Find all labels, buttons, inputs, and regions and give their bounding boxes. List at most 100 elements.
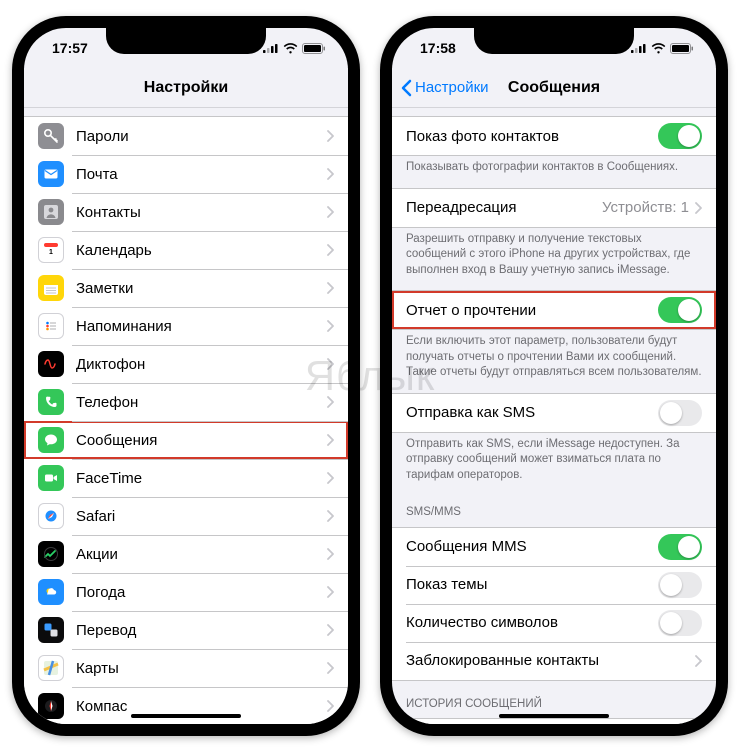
settings-row-label: Акции [76,546,327,563]
compass-icon [38,693,64,719]
navbar: Настройки Сообщения [392,68,716,108]
row-send-as-sms[interactable]: Отправка как SMS [392,394,716,432]
settings-row-label: Календарь [76,242,327,259]
settings-row-mail[interactable]: Почта [24,155,348,193]
row-label: Отчет о прочтении [406,302,658,319]
settings-row-notes[interactable]: Заметки [24,269,348,307]
messages-icon [38,427,64,453]
phone-right: 17:58 Настройки Сообщения Показ фото кон… [380,16,728,736]
settings-list[interactable]: Пароли Почта Контакты 1 Календарь Заметки Напо… [24,108,348,724]
page-title: Настройки [144,79,228,97]
chevron-right-icon [695,202,702,214]
chevron-right-icon [327,434,334,446]
toggle-show-subject[interactable] [658,572,702,598]
chevron-right-icon [695,655,702,667]
toggle-char-count[interactable] [658,610,702,636]
signal-icon [631,43,647,53]
settings-row-label: Карты [76,660,327,677]
settings-row-compass[interactable]: Компас [24,687,348,724]
phone-left: 17:57 Настройки ПаролиПочтаКонтакты1Кале… [12,16,360,736]
row-char-count[interactable]: Количество символов [392,604,716,642]
group-header: SMS/MMS [392,495,716,527]
voice-memos-icon [38,351,64,377]
settings-row-label: Контакты [76,204,327,221]
settings-row-label: Диктофон [76,356,327,373]
chevron-right-icon [327,586,334,598]
row-mms-messaging[interactable]: Сообщения MMS [392,528,716,566]
toggle-read-receipts[interactable] [658,297,702,323]
settings-row-weather[interactable]: Погода [24,573,348,611]
chevron-right-icon [327,320,334,332]
settings-row-messages[interactable]: Сообщения [24,421,348,459]
home-indicator[interactable] [131,714,241,718]
settings-row-passwords[interactable]: Пароли [24,117,348,155]
settings-row-voice-memos[interactable]: Диктофон [24,345,348,383]
translate-icon [38,617,64,643]
page-title: Сообщения [508,79,600,97]
settings-row-label: Заметки [76,280,327,297]
wifi-icon [651,43,666,54]
chevron-right-icon [327,358,334,370]
battery-icon [302,43,326,54]
navbar: Настройки [24,68,348,108]
row-label: Переадресация [406,199,602,216]
row-text-forwarding[interactable]: ПереадресацияУстройств: 1 [392,189,716,227]
row-label: Отправка как SMS [406,404,658,421]
stocks-icon [38,541,64,567]
mail-icon [38,161,64,187]
settings-row-translate[interactable]: Перевод [24,611,348,649]
reminders-icon [38,313,64,339]
settings-row-label: Перевод [76,622,327,639]
settings-row-label: Почта [76,166,327,183]
status-right-icons [631,43,694,54]
row-label: Сообщения MMS [406,538,658,555]
home-indicator[interactable] [499,714,609,718]
settings-row-reminders[interactable]: Напоминания [24,307,348,345]
settings-row-maps[interactable]: Карты [24,649,348,687]
row-label: Количество символов [406,614,658,631]
row-show-contact-photos[interactable]: Показ фото контактов [392,117,716,155]
settings-row-label: Напоминания [76,318,327,335]
row-read-receipts[interactable]: Отчет о прочтении [392,291,716,329]
messages-settings[interactable]: Показ фото контактовПоказывать фотографи… [392,108,716,724]
facetime-icon [38,465,64,491]
settings-row-calendar[interactable]: 1 Календарь [24,231,348,269]
toggle-send-as-sms[interactable] [658,400,702,426]
group-footer: Разрешить отправку и получение текстовых… [392,228,716,285]
settings-row-label: FaceTime [76,470,327,487]
notch [474,28,634,54]
row-show-subject[interactable]: Показ темы [392,566,716,604]
chevron-right-icon [327,662,334,674]
group-footer: Если включить этот параметр, пользовател… [392,330,716,387]
battery-icon [670,43,694,54]
status-right-icons [263,43,326,54]
maps-icon [38,655,64,681]
chevron-right-icon [327,244,334,256]
settings-row-phone[interactable]: Телефон [24,383,348,421]
settings-row-label: Погода [76,584,327,601]
notes-icon [38,275,64,301]
settings-row-facetime[interactable]: FaceTime [24,459,348,497]
settings-row-label: Сообщения [76,432,327,449]
settings-row-contacts[interactable]: Контакты [24,193,348,231]
weather-icon [38,579,64,605]
toggle-mms-messaging[interactable] [658,534,702,560]
back-button[interactable]: Настройки [400,68,489,107]
toggle-show-contact-photos[interactable] [658,123,702,149]
row-keep-messages[interactable]: Оставлять сообщенияБессрочно [392,719,716,724]
chevron-right-icon [327,396,334,408]
row-blocked[interactable]: Заблокированные контакты [392,642,716,680]
passwords-icon [38,123,64,149]
status-time: 17:58 [420,40,456,56]
chevron-right-icon [327,700,334,712]
safari-icon [38,503,64,529]
back-label: Настройки [415,79,489,96]
chevron-right-icon [327,130,334,142]
settings-row-safari[interactable]: Safari [24,497,348,535]
chevron-right-icon [327,624,334,636]
svg-text:1: 1 [49,249,53,256]
settings-row-label: Телефон [76,394,327,411]
row-label: Показ фото контактов [406,128,658,145]
signal-icon [263,43,279,53]
settings-row-stocks[interactable]: Акции [24,535,348,573]
